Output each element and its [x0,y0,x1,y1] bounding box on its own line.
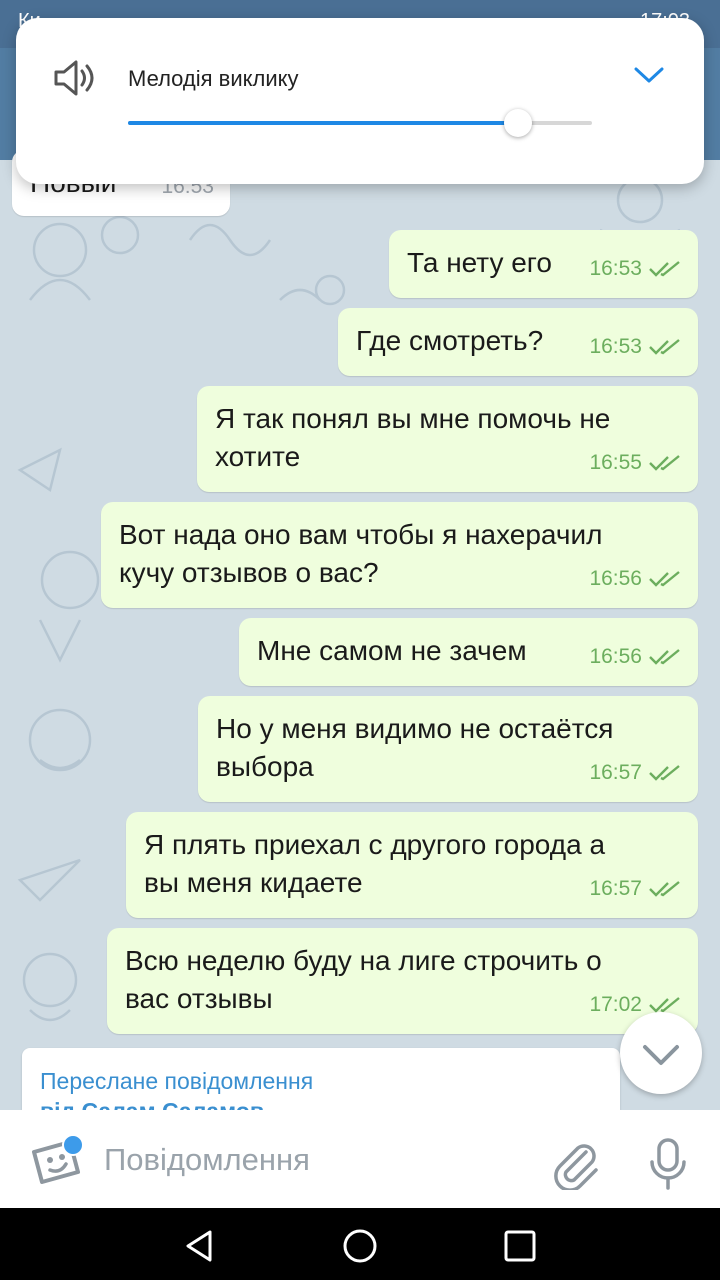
message-time: 16:53 [589,257,642,280]
message-time: 16:57 [589,761,642,784]
notification-dot [62,1134,84,1156]
message-text: Где смотреть? [356,325,544,356]
double-check-icon [649,261,680,277]
message-time: 16:56 [589,567,642,590]
forward-preview[interactable]: Переслане повідомлення від Салам Саламов [22,1048,620,1110]
message-text: Я плять приехал с другого города а вы ме… [144,829,606,898]
double-check-icon [649,765,680,781]
home-icon[interactable] [340,1226,380,1266]
message-time: 16:55 [589,451,642,474]
volume-slider[interactable] [128,109,592,137]
message-time: 16:56 [589,645,642,668]
message-bubble[interactable]: Я плять приехал с другого города а вы ме… [126,812,698,918]
message-meta: 16:53 [589,328,682,366]
message-time: 16:53 [589,335,642,358]
message-bubble[interactable]: Где смотреть? 16:53 [338,308,698,376]
volume-slider-thumb[interactable] [503,109,532,137]
message-bubble[interactable]: Мне самом не зачем 16:56 [239,618,698,686]
double-check-icon [649,571,680,587]
message-bubble[interactable]: Всю неделю буду на лиге строчить о вас о… [107,928,698,1034]
chevron-down-icon [643,1045,679,1065]
message-text: Но у меня видимо не остаётся выбора [216,713,614,782]
message-meta: 16:53 [589,250,682,288]
message-meta: 16:57 [589,870,682,908]
volume-panel: Мелодія виклику [16,18,704,184]
message-bubble[interactable]: Та нету его 16:53 [389,230,698,298]
message-bubble[interactable]: Я так понял вы мне помочь не хотите 16:5… [197,386,698,492]
speaker-icon[interactable] [52,58,96,98]
system-navigation-bar [0,1208,720,1280]
recents-icon[interactable] [500,1226,540,1266]
message-text: Всю неделю буду на лиге строчить о вас о… [125,945,602,1014]
message-text: Та нету его [407,247,552,278]
message-text: Вот нада оно вам чтобы я нахерачил кучу … [119,519,603,588]
chevron-down-icon[interactable] [632,64,666,86]
forward-title: Переслане повідомлення [40,1068,314,1094]
paperclip-icon[interactable] [552,1140,600,1190]
message-bubble[interactable]: Вот нада оно вам чтобы я нахерачил кучу … [101,502,698,608]
message-meta: 16:55 [589,444,682,482]
back-icon[interactable] [180,1226,220,1266]
message-input-bar: Повідомлення [0,1110,720,1208]
message-time: 16:57 [589,877,642,900]
volume-slider-fill [128,121,518,125]
message-input[interactable]: Повідомлення [104,1138,524,1182]
forward-sender: від Салам Саламов [40,1098,264,1110]
message-meta: 16:56 [589,560,682,598]
double-check-icon [649,649,680,665]
message-text: Я так понял вы мне помочь не хотите [215,403,611,472]
microphone-icon[interactable] [646,1136,690,1192]
volume-stream-label: Мелодія виклику [128,66,299,91]
double-check-icon [649,339,680,355]
message-text: Мне самом не зачем [257,635,527,666]
message-meta: 16:56 [589,638,682,676]
double-check-icon [649,455,680,471]
message-bubble[interactable]: Но у меня видимо не остаётся выбора 16:5… [198,696,698,802]
double-check-icon [649,881,680,897]
scroll-down-button[interactable] [620,1012,702,1094]
message-meta: 16:57 [589,754,682,792]
